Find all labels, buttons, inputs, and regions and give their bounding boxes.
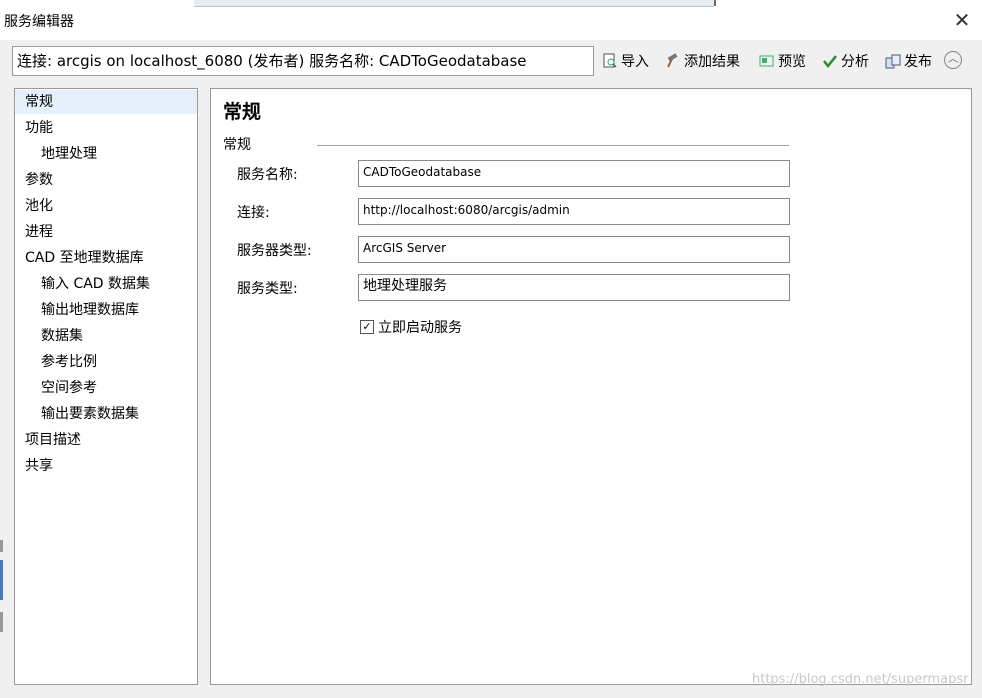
- window-title: 服务编辑器: [4, 14, 74, 30]
- left-edge-accent: [0, 560, 3, 600]
- sidebar-item-input-cad-dataset[interactable]: 输入 CAD 数据集: [41, 272, 150, 296]
- server-type-field[interactable]: ArcGIS Server: [358, 236, 790, 263]
- service-type-label: 服务类型:: [237, 281, 298, 297]
- sidebar-item-dataset[interactable]: 数据集: [41, 324, 83, 348]
- connection-label: 连接:: [237, 205, 270, 221]
- publish-button[interactable]: 发布: [885, 49, 932, 73]
- preview-icon: [759, 55, 774, 67]
- close-button[interactable]: ✕: [948, 6, 976, 34]
- sidebar-item-processes[interactable]: 进程: [25, 220, 53, 244]
- import-button[interactable]: 导入: [602, 49, 649, 73]
- left-edge-mark: [0, 540, 3, 552]
- sidebar-item-output-geodatabase[interactable]: 输出地理数据库: [41, 298, 139, 322]
- sidebar-nav: 常规 功能 地理处理 参数 池化 进程 CAD 至地理数据库 输入 CAD 数据…: [14, 88, 198, 685]
- connection-field: 连接: arcgis on localhost_6080 (发布者) 服务名称:…: [12, 46, 594, 76]
- analyze-label: 分析: [841, 54, 869, 70]
- sidebar-item-output-feature-dataset[interactable]: 输出要素数据集: [41, 402, 139, 426]
- sidebar-item-general[interactable]: 常规: [15, 90, 197, 114]
- connection-url-field[interactable]: http://localhost:6080/arcgis/admin: [358, 198, 790, 225]
- sidebar-item-pooling[interactable]: 池化: [25, 194, 53, 218]
- group-divider: [317, 145, 789, 146]
- collapse-button[interactable]: ︿: [944, 51, 962, 69]
- service-type-field[interactable]: 地理处理服务: [358, 274, 790, 301]
- sidebar-item-capabilities[interactable]: 功能: [25, 116, 53, 140]
- sidebar-item-spatial-reference[interactable]: 空间参考: [41, 376, 97, 400]
- publish-icon: [885, 54, 901, 69]
- group-label: 常规: [223, 137, 251, 153]
- start-service-label: 立即启动服务: [378, 320, 462, 336]
- server-type-label: 服务器类型:: [237, 243, 312, 259]
- add-result-label: 添加结果: [684, 54, 740, 70]
- checkmark-icon: [823, 55, 837, 69]
- preview-label: 预览: [778, 54, 806, 70]
- import-icon: [603, 53, 617, 68]
- sidebar-item-item-description[interactable]: 项目描述: [25, 428, 81, 452]
- background-window-strip: [194, 0, 714, 7]
- preview-button[interactable]: 预览: [759, 49, 806, 73]
- background-window-divider: [714, 0, 716, 6]
- publish-label: 发布: [904, 54, 932, 70]
- sidebar-item-parameters[interactable]: 参数: [25, 168, 53, 192]
- import-label: 导入: [621, 54, 649, 70]
- analyze-button[interactable]: 分析: [822, 49, 869, 73]
- sidebar-item-geoprocessing[interactable]: 地理处理: [41, 142, 97, 166]
- left-edge-mark-lower: [0, 612, 3, 632]
- sidebar-item-reference-scale[interactable]: 参考比例: [41, 350, 97, 374]
- sidebar-item-sharing[interactable]: 共享: [25, 454, 53, 478]
- add-result-button[interactable]: 添加结果: [665, 49, 740, 73]
- watermark: https://blog.csdn.net/supermapsr: [752, 672, 969, 687]
- sidebar-item-cad-to-geodatabase[interactable]: CAD 至地理数据库: [25, 246, 144, 270]
- service-name-label: 服务名称:: [237, 167, 298, 183]
- start-service-checkbox[interactable]: ✓: [360, 320, 374, 334]
- hammer-icon: [667, 53, 678, 68]
- general-panel: 常规 常规 服务名称: CADToGeodatabase 连接: http://…: [210, 88, 972, 685]
- page-title: 常规: [223, 101, 262, 123]
- service-name-field[interactable]: CADToGeodatabase: [358, 160, 790, 187]
